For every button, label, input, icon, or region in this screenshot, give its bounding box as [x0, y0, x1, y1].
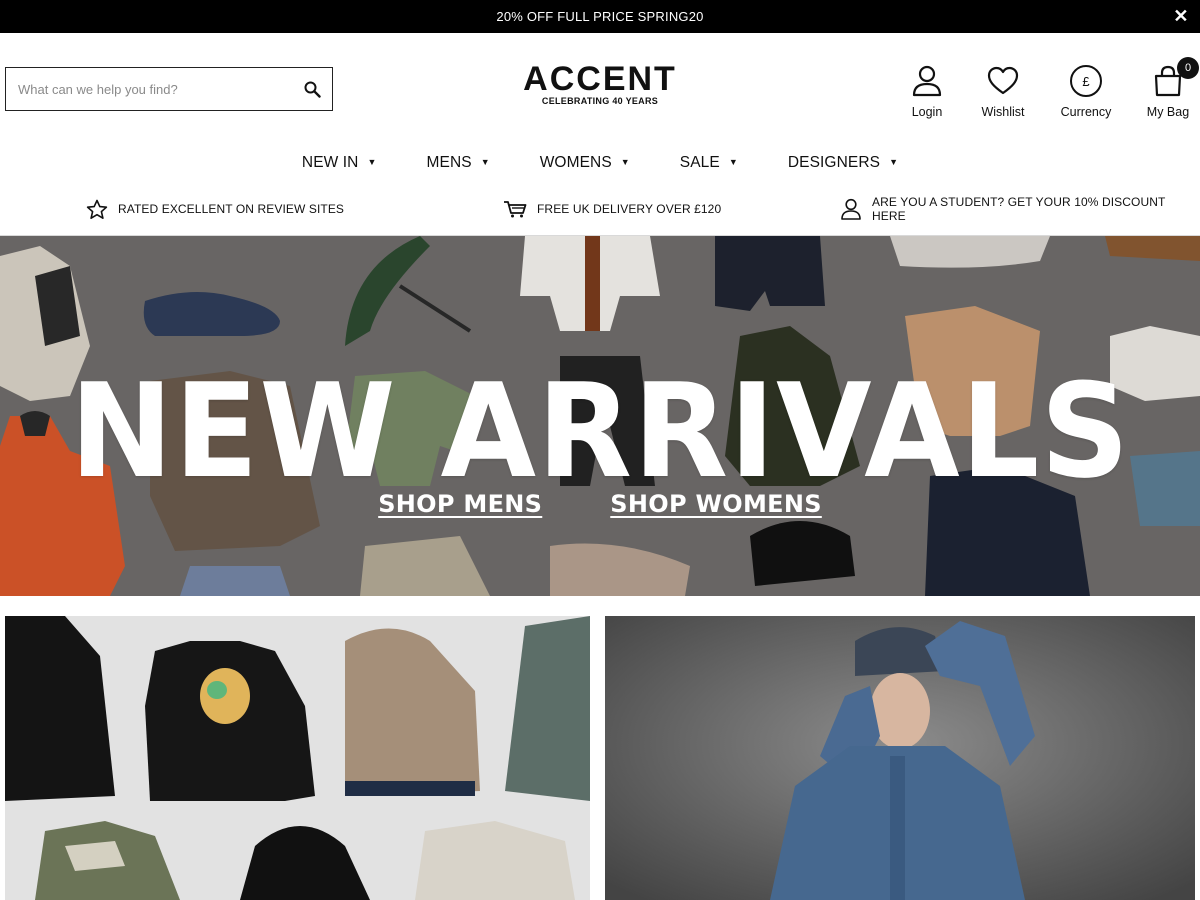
user-icon — [912, 65, 942, 97]
nav-item-label: SALE — [679, 154, 720, 171]
my-bag-label: My Bag — [1146, 105, 1190, 119]
usp-delivery[interactable]: FREE UK DELIVERY OVER £120 — [503, 194, 721, 224]
promo-bar: 20% OFF FULL PRICE SPRING20 ✕ — [0, 0, 1200, 33]
nav-item-new-in[interactable]: NEW IN ▼ — [302, 154, 377, 172]
denim-model-image — [605, 616, 1195, 900]
promo-tile-denim[interactable] — [605, 616, 1195, 900]
nav-item-label: MENS — [426, 154, 472, 171]
star-icon — [86, 199, 108, 219]
promo-tile-mens-knitwear[interactable] — [5, 616, 590, 900]
nav-item-label: DESIGNERS — [787, 154, 881, 171]
search-button[interactable] — [292, 68, 332, 110]
chevron-down-icon: ▼ — [728, 157, 738, 167]
logo-wordmark: ACCENT — [523, 60, 677, 98]
heart-icon — [987, 66, 1019, 95]
nav-item-sale[interactable]: SALE ▼ — [680, 154, 738, 172]
chevron-down-icon: ▼ — [480, 157, 490, 167]
site-logo[interactable]: ACCENT CELEBRATING 40 YEARS — [500, 62, 700, 106]
usp-reviews[interactable]: RATED EXCELLENT ON REVIEW SITES — [86, 194, 344, 224]
search-input[interactable] — [6, 68, 292, 110]
search-icon — [304, 81, 321, 98]
bag-count-badge: 0 — [1177, 57, 1199, 79]
pound-currency-icon: £ — [1070, 65, 1102, 97]
usp-student-discount[interactable]: ARE YOU A STUDENT? GET YOUR 10% DISCOUNT… — [840, 194, 1200, 224]
currency-label: Currency — [1060, 105, 1112, 119]
shop-womens-link[interactable]: SHOP WOMENS — [610, 490, 822, 518]
login-label: Login — [911, 105, 943, 119]
usp-label: FREE UK DELIVERY OVER £120 — [537, 202, 722, 216]
close-icon[interactable]: ✕ — [1172, 7, 1190, 25]
cart-icon — [504, 201, 527, 218]
promo-text: 20% OFF FULL PRICE SPRING20 — [496, 9, 704, 24]
nav-item-designers[interactable]: DESIGNERS ▼ — [788, 154, 898, 172]
hero-banner[interactable]: NEW ARRIVALS SHOP MENS SHOP WOMENS — [0, 236, 1200, 596]
chevron-down-icon: ▼ — [367, 157, 377, 167]
wishlist-label: Wishlist — [981, 105, 1025, 119]
usp-label: RATED EXCELLENT ON REVIEW SITES — [118, 202, 345, 216]
hero-title: NEW ARRIVALS — [69, 355, 1131, 507]
hero-links: SHOP MENS SHOP WOMENS — [0, 490, 1200, 518]
nav-item-label: NEW IN — [301, 154, 359, 171]
knitwear-collage-image — [5, 616, 590, 900]
nav-item-mens[interactable]: MENS ▼ — [427, 154, 490, 172]
wishlist-link[interactable]: Wishlist — [968, 63, 1038, 119]
chevron-down-icon: ▼ — [620, 157, 630, 167]
login-link[interactable]: Login — [892, 63, 962, 119]
nav-item-womens[interactable]: WOMENS ▼ — [540, 154, 630, 172]
currency-symbol: £ — [1082, 74, 1090, 89]
usp-label: ARE YOU A STUDENT? GET YOUR 10% DISCOUNT… — [872, 195, 1166, 223]
my-bag-link[interactable]: 0 My Bag — [1133, 57, 1200, 119]
currency-selector[interactable]: £ Currency — [1051, 63, 1121, 119]
nav-item-label: WOMENS — [539, 154, 612, 171]
main-navigation: NEW IN ▼ MENS ▼ WOMENS ▼ SALE ▼ DESIGNER… — [0, 148, 1200, 178]
search-box — [5, 67, 333, 111]
user-icon — [841, 198, 861, 220]
shop-mens-link[interactable]: SHOP MENS — [378, 490, 542, 518]
chevron-down-icon: ▼ — [889, 157, 899, 167]
